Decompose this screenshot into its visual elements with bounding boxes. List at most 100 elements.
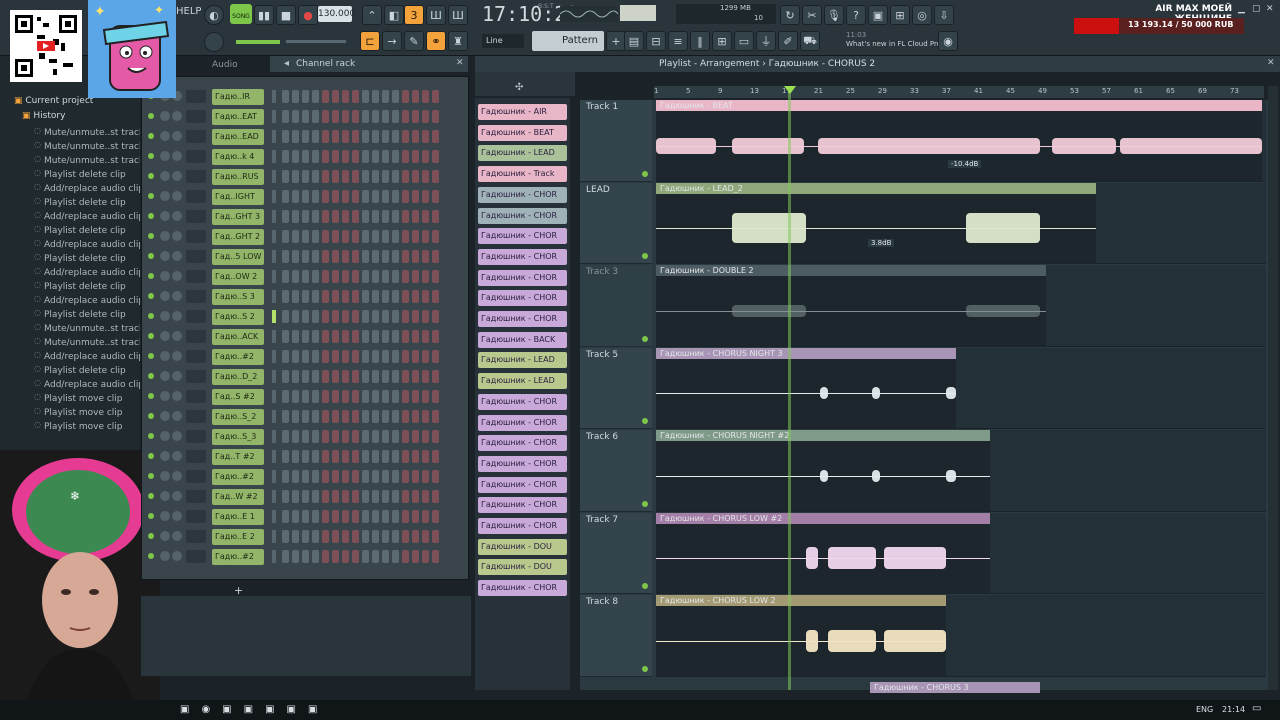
step-button[interactable] [332,450,339,463]
channel-mute-led[interactable] [148,313,154,319]
channel-volume-knob[interactable] [172,311,182,321]
step-button[interactable] [342,90,349,103]
track-lane[interactable]: Гадюшник - LEAD_2 3.8dB [642,182,1266,264]
picker-clip[interactable]: Гадюшник - BACK [478,331,567,348]
channel-select-indicator[interactable] [272,510,276,523]
channel-name[interactable]: Гадю..IR [212,89,264,105]
step-button[interactable] [382,310,389,323]
picker-clip[interactable]: Гадюшник - CHOR [478,269,567,286]
channel-select-indicator[interactable] [272,250,276,263]
step-button[interactable] [302,90,309,103]
mixer-track-selector[interactable] [186,110,206,123]
step-button[interactable] [322,410,329,423]
step-button[interactable] [422,150,429,163]
step-button[interactable] [412,390,419,403]
channel-volume-knob[interactable] [172,171,182,181]
channel-select-indicator[interactable] [272,330,276,343]
channel-name[interactable]: Гад..5 LOW [212,249,264,265]
picker-clip[interactable]: Гадюшник - CHOR [478,476,567,493]
step-button[interactable] [432,230,439,243]
step-button[interactable] [412,490,419,503]
news-icon[interactable]: ◉ [938,31,958,51]
mixer-track-selector[interactable] [186,270,206,283]
channel-volume-knob[interactable] [172,291,182,301]
mixer-track-selector[interactable] [186,230,206,243]
song-mode-toggle[interactable]: SONG [230,4,252,24]
step-button[interactable] [312,510,319,523]
step-button[interactable] [362,190,369,203]
step-button[interactable] [342,330,349,343]
picker-clip[interactable]: Гадюшник - CHOR [478,435,567,452]
step-button[interactable] [402,150,409,163]
step-button[interactable] [292,390,299,403]
step-button[interactable] [412,170,419,183]
history-item[interactable]: Mute/unmute..st track(s) [0,322,140,336]
step-button[interactable] [282,410,289,423]
step-button[interactable] [342,370,349,383]
step-button[interactable] [302,430,309,443]
step-button[interactable] [402,310,409,323]
history-item[interactable]: Mute/unmute..st track(s) [0,154,140,168]
step-button[interactable] [402,470,409,483]
step-button[interactable] [332,530,339,543]
channel-mute-led[interactable] [148,433,154,439]
step-button[interactable] [292,470,299,483]
channel-name[interactable]: Гадю..S 3 [212,289,264,305]
step-button[interactable] [392,290,399,303]
mixer-track-selector[interactable] [186,510,206,523]
audio-clip[interactable]: Гадюшник - CHORUS NIGHT #2 [656,430,990,511]
step-button[interactable] [332,510,339,523]
channel-mute-led[interactable] [148,493,154,499]
mixer-track-selector[interactable] [186,250,206,263]
step-button[interactable] [372,490,379,503]
audio-tab[interactable]: Audio [212,60,238,70]
channel-name[interactable]: Гадю..RUS [212,169,264,185]
mic-icon[interactable]: 🎙 [824,5,844,25]
channel-pan-knob[interactable] [160,251,170,261]
step-button[interactable] [332,430,339,443]
channel-select-indicator[interactable] [272,190,276,203]
channel-name[interactable]: Гадю..EAD [212,129,264,145]
step-button[interactable] [382,90,389,103]
step-button[interactable] [362,110,369,123]
channel-pan-knob[interactable] [160,551,170,561]
step-button[interactable] [392,510,399,523]
picker-clip[interactable]: Гадюшник - CHOR [478,518,567,534]
step-button[interactable] [432,270,439,283]
track-header[interactable]: Track 1 [580,100,652,182]
channel-pan-knob[interactable] [160,171,170,181]
step-button[interactable] [332,130,339,143]
channel-name[interactable]: Гадю..ACK [212,329,264,345]
step-button[interactable] [352,510,359,523]
channel-volume-knob[interactable] [172,431,182,441]
step-button[interactable] [432,430,439,443]
step-button[interactable] [412,210,419,223]
mixer-track-selector[interactable] [186,130,206,143]
history-item[interactable]: Playlist delete clip [0,308,140,322]
step-button[interactable] [342,490,349,503]
step-button[interactable] [312,310,319,323]
step-button[interactable] [432,190,439,203]
step-button[interactable] [322,170,329,183]
step-button[interactable] [412,290,419,303]
download-icon[interactable]: ⇩ [934,5,954,25]
channel-pan-knob[interactable] [160,351,170,361]
track-header[interactable]: Track 7 [580,512,652,594]
cut-icon[interactable]: ✂ [802,5,822,25]
wait-input-icon[interactable]: Ш [448,5,468,25]
step-button[interactable] [302,310,309,323]
channel-name[interactable]: Гад..IGHT [212,189,264,205]
step-button[interactable] [292,170,299,183]
step-button[interactable] [352,330,359,343]
step-button[interactable] [292,110,299,123]
step-button[interactable] [292,530,299,543]
step-button[interactable] [422,130,429,143]
arrow-tool-icon[interactable]: → [382,31,402,51]
step-button[interactable] [432,110,439,123]
picker-clip[interactable]: Гадюшник - CHOR [478,580,567,597]
channel-name[interactable]: Гад..GHT 3 [212,209,264,225]
history-item[interactable]: Playlist delete clip [0,280,140,294]
step-button[interactable] [342,390,349,403]
step-button[interactable] [392,90,399,103]
channel-volume-knob[interactable] [172,251,182,261]
